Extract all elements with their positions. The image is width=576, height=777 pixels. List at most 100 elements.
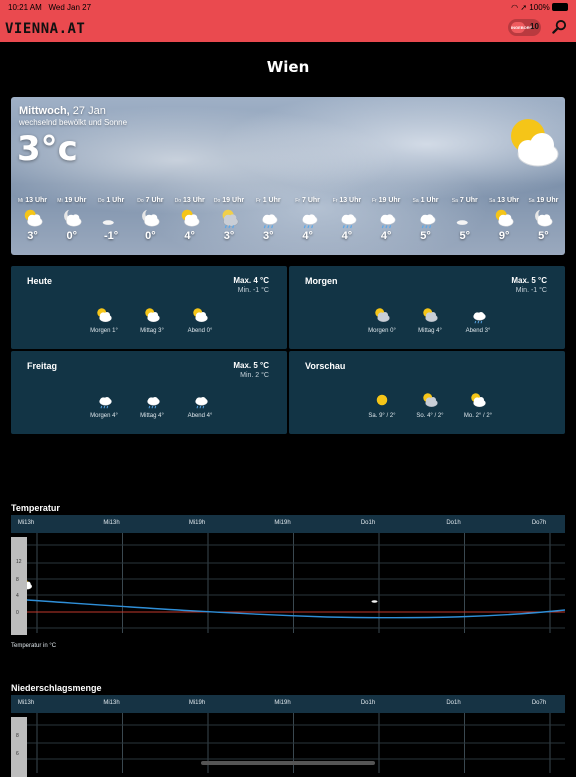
hourly-time: 1 Uhr [106,197,125,204]
y-tick-label: 8 [16,577,19,583]
vienna-at-logo[interactable]: VIENNA.AT [5,21,85,37]
hourly-temp: 5° [538,230,549,242]
hourly-day: Mi [57,198,63,204]
wifi-icon: ◠ [511,3,519,12]
hourly-time: 19 Uhr [536,197,559,204]
chart-time-label: Do1h [360,700,376,706]
sun-cloud-icon [27,580,33,590]
day-part: Mittag 4° [127,391,177,419]
hourly-time: 7 Uhr [459,197,478,204]
day-part: Abend 4° [175,391,225,419]
day-card-morgen[interactable]: Morgen Max. 5 °C Min. -1 °C Morgen 0° Mittag… [289,266,565,349]
hourly-day: Mi [17,198,24,204]
chart-time-label: Do7h [531,520,547,526]
sun-cloud-icon [97,308,112,322]
hourly-temp: 9° [498,230,510,242]
day-card-min: Min. -1 °C [237,287,269,294]
y-tick-label: 6 [16,751,19,757]
current-temperature: 3°c [17,129,78,169]
hourly-temp: 0° [66,230,78,242]
status-bar: 10:21 AM Wed Jan 27 ◠ ➚ 100% [0,0,576,14]
hourly-day: Do [137,198,144,204]
hourly-item: Do 1 Uhr -1° [92,197,131,242]
hourly-day: Sa [451,198,458,204]
day-part-label: Abend 3° [465,328,491,334]
hourly-item: Mi 13 Uhr 3° [13,197,52,242]
hourly-forecast: Mi 13 Uhr 3° Mi 19 Uhr 0° Do 1 Uhr -1° Do 7 Uh… [11,197,565,255]
day-card-max: Max. 4 °C [233,276,269,285]
temperature-chart-note: Temperatur in °C [11,643,57,649]
hourly-item: Mi 19 Uhr 0° [52,197,91,242]
precipitation-chart[interactable]: Mi13h Mi13h Mi19h Mi19h Do1h Do1h Do7h 86 [11,695,565,777]
search-icon[interactable] [552,19,567,34]
user-badge: INGEBORG [511,22,533,33]
sun-cloud-dark-icon [423,308,438,322]
moon-clear-icon [102,211,117,225]
day-part: Morgen 0° [357,306,407,334]
day-part-label: Morgen 1° [90,328,118,334]
precipitation-y-axis: 86 [11,717,27,777]
hourly-time: 7 Uhr [145,197,164,204]
status-time: 10:21 AM Wed Jan 27 [8,3,92,12]
hourly-time: 1 Uhr [262,197,281,204]
hourly-time: 19 Uhr [64,197,87,204]
hourly-time-label: Mi 19 Uhr [52,197,91,204]
hourly-time-label: Do 19 Uhr [210,197,249,204]
day-part: Morgen 1° [79,306,129,334]
chart-time-label: Do1h [360,520,376,526]
location-icon: ➚ [520,3,528,12]
hourly-day: Do [213,198,221,204]
day-part: Mittag 3° [127,306,177,334]
hourly-item: Sa 1 Uhr 5° [406,197,445,242]
chart-time-label: Mi13h [17,700,35,706]
day-part: Mittag 4° [405,306,455,334]
hourly-day: Sa [528,198,535,204]
day-card-title: Morgen [305,276,338,286]
day-card-max: Max. 5 °C [511,276,547,285]
y-tick-label: 4 [16,593,19,599]
hourly-time-label: Fr 19 Uhr [367,197,406,204]
temperature-chart-title: Temperatur [11,503,60,513]
sun-cloud-icon [495,209,514,227]
hourly-time-label: Do 13 Uhr [170,197,209,204]
day-part: Morgen 4° [79,391,129,419]
hourly-day: Sa [489,198,496,204]
hourly-day: Fr [371,198,377,204]
hourly-time: 13 Uhr [497,197,520,204]
rain-icon [341,214,357,229]
moon-cloud-icon [142,209,160,227]
battery-icon [552,3,568,11]
hourly-temp: 0° [145,230,156,242]
moon-cloud-icon [535,209,553,227]
notifications-button[interactable]: INGEBORG 10 [508,19,541,36]
day-part: Mo. 2° / 2° [453,391,503,419]
sun-cloud-dark-icon [423,393,438,407]
battery-level: 100% [529,3,550,12]
hourly-time: 13 Uhr [25,197,48,204]
hourly-time-label: Do 7 Uhr [131,197,170,204]
app-header: VIENNA.AT [0,14,576,42]
moon-clear-icon [371,595,379,603]
day-part-label: Mittag 4° [418,328,442,334]
day-card-title: Freitag [27,361,58,371]
hourly-temp: -1° [104,230,119,242]
day-card-vorschau[interactable]: Vorschau Sa. 9° / 2° So. 4° / 2° Mo. 2° / 2… [289,351,565,434]
hourly-time-label: Do 1 Uhr [92,197,131,204]
rain-icon [301,214,318,229]
precipitation-chart-header: Mi13h Mi13h Mi19h Mi19h Do1h Do1h Do7h [11,695,565,713]
hourly-time-label: Sa 7 Uhr [445,197,484,204]
hourly-item: Fr 13 Uhr 4° [327,197,366,242]
chart-time-label: Mi19h [274,700,291,706]
hourly-time: 7 Uhr [301,197,320,204]
day-card-heute[interactable]: Heute Max. 4 °C Min. -1 °C Morgen 1° Mittag … [11,266,287,349]
hourly-temp: 4° [184,230,195,242]
home-indicator[interactable] [201,761,375,765]
precipitation-chart-title: Niederschlagsmenge [11,683,102,693]
current-weather-panel: Mittwoch, 27 Jan wechselnd bewölkt und S… [11,97,565,255]
hourly-time: 19 Uhr [378,197,401,204]
hourly-time: 1 Uhr [420,197,439,204]
temperature-chart[interactable]: Mi13h Mi13h Mi19h Mi19h Do1h Do1h Do7h 12 8 4 0 [11,515,565,635]
day-part-label: Abend 0° [187,328,213,334]
hourly-item: Sa 19 Uhr 5° [524,197,563,242]
day-card-freitag[interactable]: Freitag Max. 5 °C Min. 2 °C Morgen 4° Mittag… [11,351,287,434]
